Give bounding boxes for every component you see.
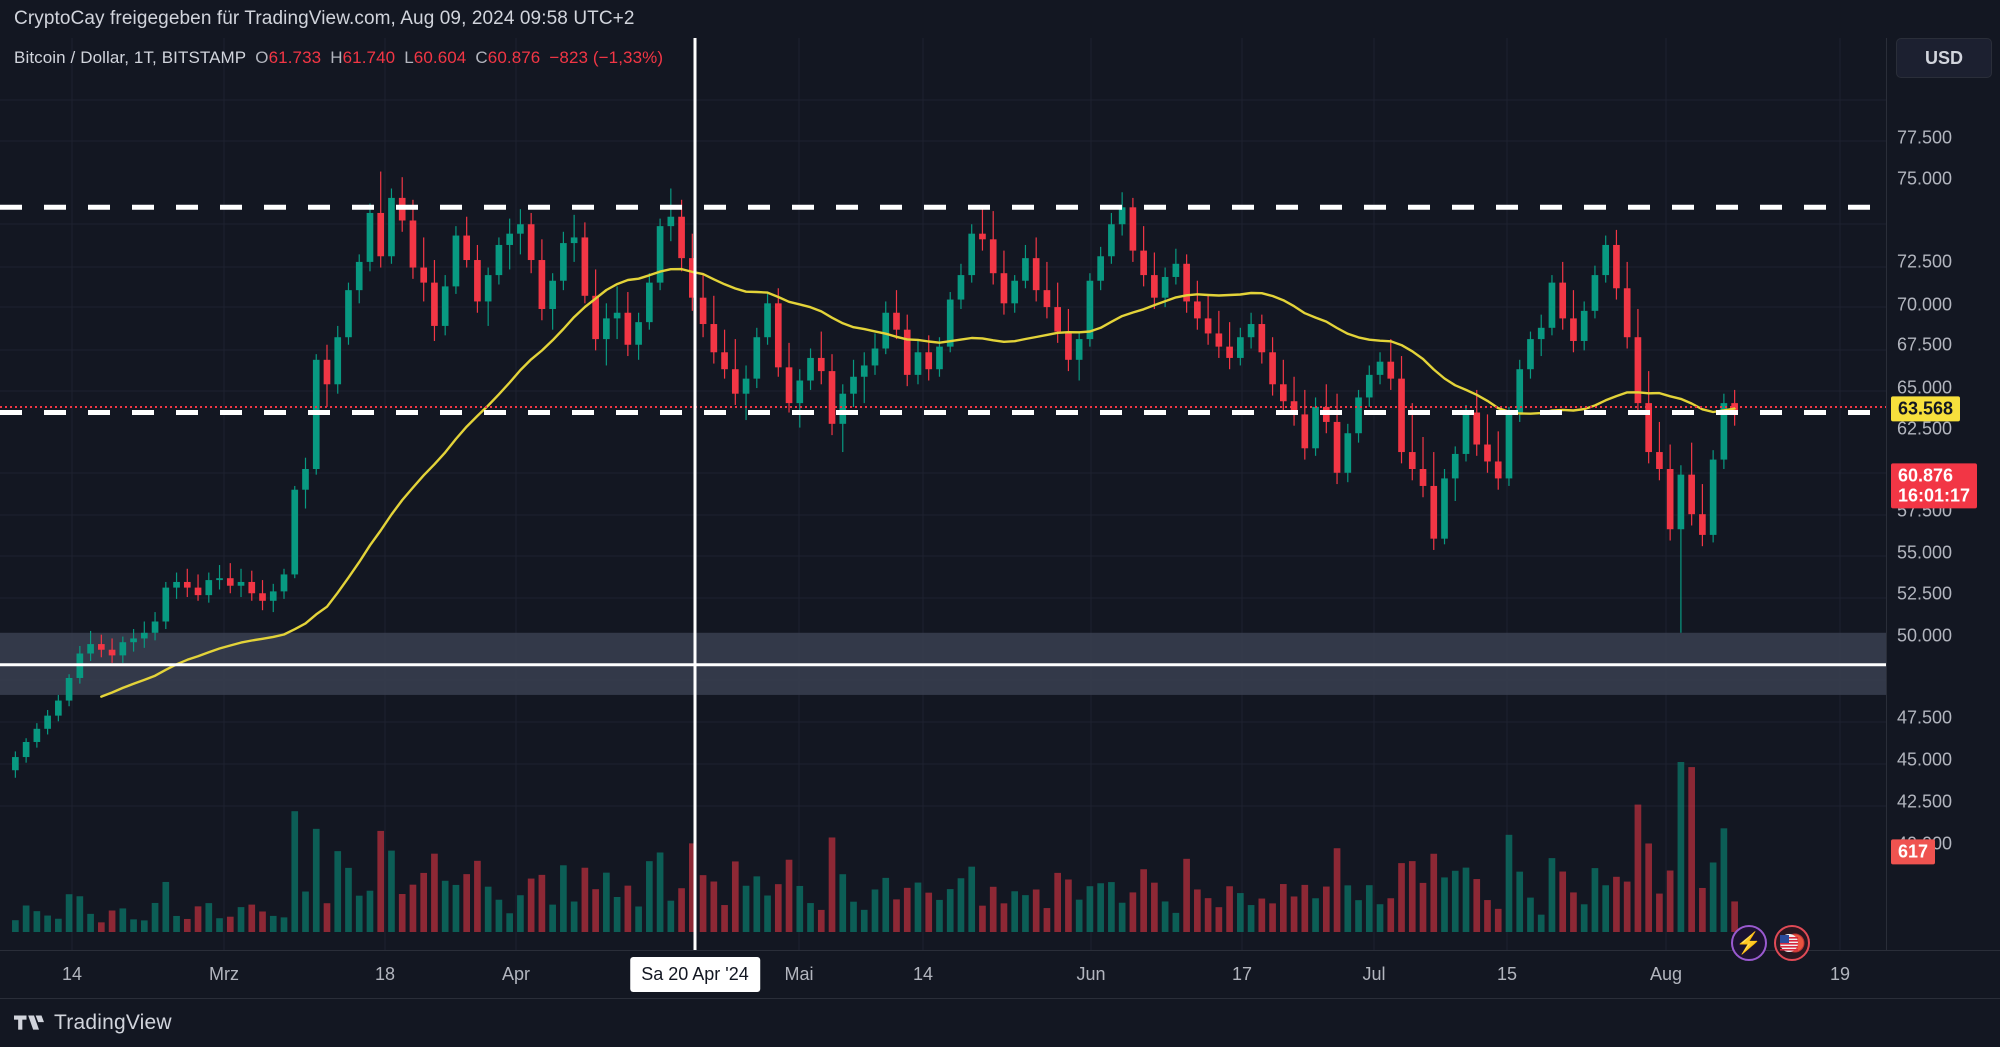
time-axis-tick: 14 <box>61 964 83 984</box>
chart-canvas <box>0 38 1886 950</box>
price-axis-tick: 42.500 <box>1897 791 1953 812</box>
time-axis[interactable]: 14 Mrz 18 Apr Mai 14 Jun 17 Jul 15 Aug 19 Sa 20 Apr … <box>0 950 2000 998</box>
time-axis-tick: Jun <box>1076 964 1106 984</box>
time-axis-tick: Apr <box>501 964 531 984</box>
time-axis-tick: 19 <box>1829 964 1851 984</box>
price-axis-tick: 67.500 <box>1897 334 1953 355</box>
price-axis-tick: 77.500 <box>1897 127 1953 148</box>
currency-button[interactable]: USD <box>1896 38 1992 78</box>
price-axis-tick: 52.500 <box>1897 583 1953 604</box>
last-price-value: 60.876 <box>1898 465 1954 486</box>
volume-badge[interactable]: 617 <box>1891 839 1936 865</box>
price-axis-tick: 62.500 <box>1897 418 1953 439</box>
time-axis-tick: Mai <box>784 964 814 984</box>
last-price-badge[interactable]: 60.876 16:01:17 <box>1891 463 1978 509</box>
tradingview-chart-screenshot: CryptoCay freigegeben für TradingView.co… <box>0 0 2000 1047</box>
last-price-countdown: 16:01:17 <box>1898 485 1971 506</box>
us-flag-icon <box>1780 933 1805 953</box>
price-axis-tick: 75.000 <box>1897 168 1953 189</box>
price-axis-tick: 55.000 <box>1897 542 1953 563</box>
price-axis-tick: 47.500 <box>1897 707 1953 728</box>
footer-bar: TradingView <box>0 998 2000 1047</box>
price-axis-tick: 65.000 <box>1897 377 1953 398</box>
attribution-bar: CryptoCay freigegeben für TradingView.co… <box>0 0 2000 38</box>
tradingview-logo-icon <box>14 1015 44 1030</box>
price-axis-tick: 70.000 <box>1897 294 1953 315</box>
price-axis[interactable]: 77.500 75.000 72.500 70.000 67.500 65.000 62.5… <box>1886 38 2000 950</box>
time-axis-tick: Mrz <box>209 964 239 984</box>
price-axis-tick: 50.000 <box>1897 625 1953 646</box>
time-axis-tick: 14 <box>912 964 934 984</box>
time-axis-tick: 17 <box>1231 964 1253 984</box>
us-flag-event-icon[interactable] <box>1774 925 1810 961</box>
price-axis-tick: 72.500 <box>1897 251 1953 272</box>
crosshair-date-tooltip: Sa 20 Apr '24 <box>630 957 760 992</box>
time-axis-tick: Jul <box>1362 964 1386 984</box>
ma-price-badge[interactable]: 63.568 <box>1891 396 1961 422</box>
chart-plot-area[interactable] <box>0 38 1886 950</box>
tradingview-logo[interactable]: TradingView <box>14 1011 172 1035</box>
lightning-event-icon[interactable]: ⚡ <box>1731 925 1767 961</box>
time-axis-tick: Aug <box>1649 964 1683 984</box>
attribution-text: CryptoCay freigegeben für TradingView.co… <box>14 8 635 29</box>
time-axis-tick: 18 <box>374 964 396 984</box>
time-axis-tick: 15 <box>1496 964 1518 984</box>
tradingview-logo-text: TradingView <box>54 1011 172 1034</box>
price-axis-tick: 45.000 <box>1897 749 1953 770</box>
